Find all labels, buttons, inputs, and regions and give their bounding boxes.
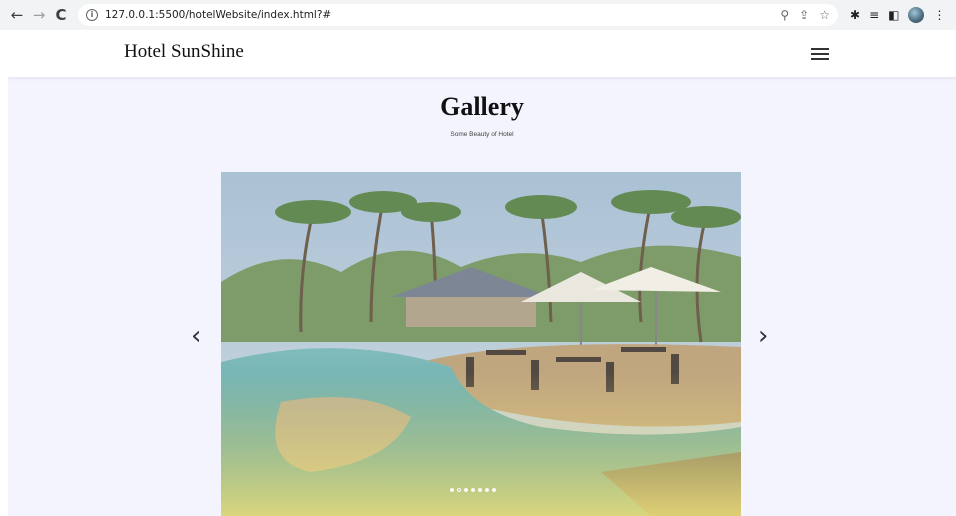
kebab-menu-icon[interactable]: ⋮ [933, 8, 945, 22]
share-icon[interactable]: ⇪ [799, 8, 809, 22]
carousel-slide-image [221, 172, 741, 516]
gallery-title: Gallery [440, 92, 524, 121]
side-panel-icon[interactable]: ◧ [888, 8, 899, 22]
address-bar[interactable]: i 127.0.0.1:5500/hotelWebsite/index.html… [78, 4, 838, 26]
carousel-prev-button[interactable]: ‹ [191, 323, 201, 349]
carousel-indicator[interactable] [450, 488, 454, 492]
page-body: Hotel SunShine Gallery Some Beauty of Ho… [8, 30, 956, 516]
resort-pool-photo [221, 172, 741, 516]
reading-list-icon[interactable]: ≡ [869, 8, 879, 22]
carousel-next-button[interactable]: › [758, 323, 768, 349]
forward-icon[interactable]: → [30, 6, 48, 24]
bookmark-star-icon[interactable]: ☆ [819, 8, 830, 22]
back-icon[interactable]: ← [8, 6, 26, 24]
reload-icon[interactable]: C [52, 6, 70, 24]
url-text[interactable]: 127.0.0.1:5500/hotelWebsite/index.html?# [105, 9, 331, 21]
brand-logo[interactable]: Hotel SunShine [124, 41, 244, 63]
carousel-indicator[interactable] [471, 488, 475, 492]
carousel-indicator[interactable] [485, 488, 489, 492]
carousel-indicators [450, 488, 496, 492]
profile-avatar[interactable] [908, 7, 925, 23]
info-icon[interactable]: i [86, 9, 98, 21]
browser-toolbar: ← → C i 127.0.0.1:5500/hotelWebsite/inde… [0, 0, 956, 30]
extensions-icon[interactable]: ✱ [850, 8, 860, 22]
hamburger-icon[interactable] [811, 48, 829, 60]
gallery-subtitle: Some Beauty of Hotel [450, 131, 514, 138]
carousel-indicator[interactable] [492, 488, 496, 492]
carousel-indicator[interactable] [464, 488, 468, 492]
carousel-indicator[interactable] [457, 488, 461, 492]
carousel-indicator[interactable] [478, 488, 482, 492]
site-navbar: Hotel SunShine [8, 30, 956, 77]
zoom-icon[interactable]: ⚲ [780, 8, 789, 22]
